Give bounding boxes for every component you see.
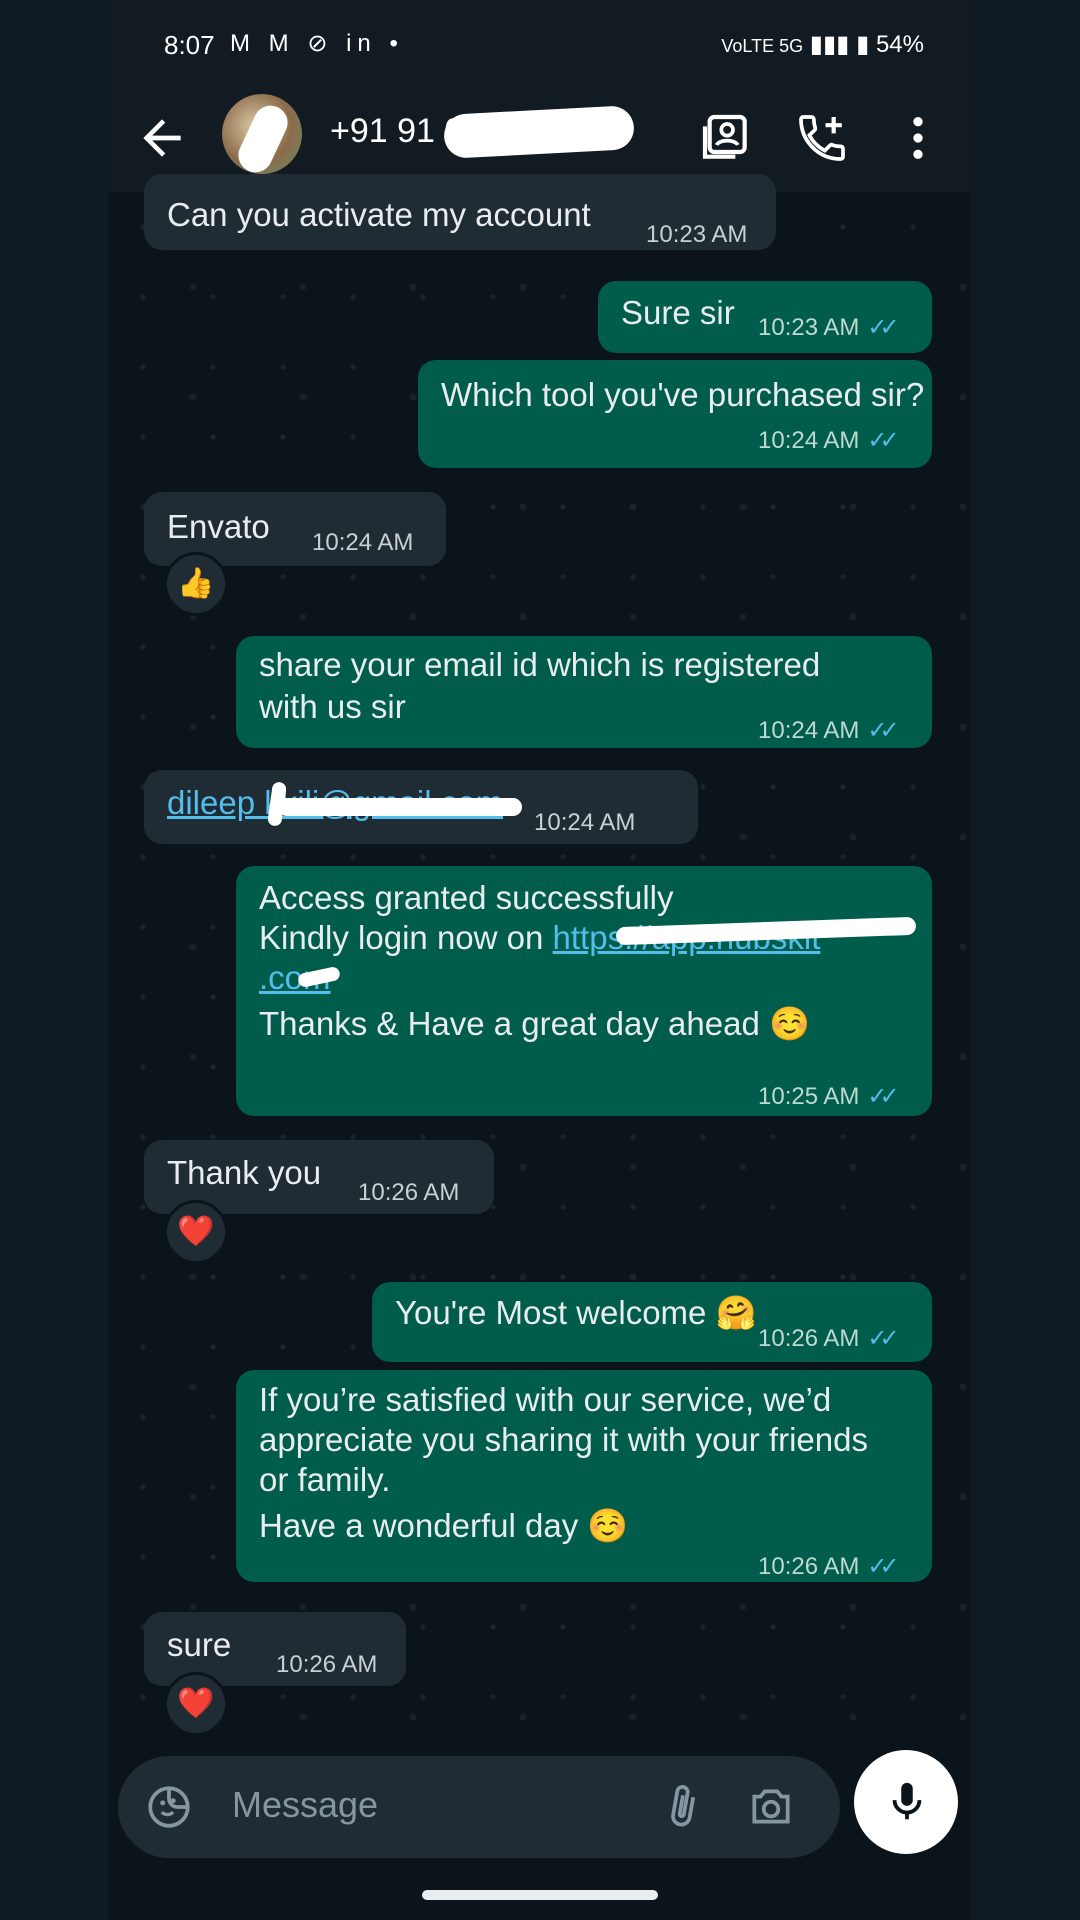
message-text: Can you activate my account [167, 196, 591, 233]
reaction-thumbs-up[interactable]: 👍 [164, 552, 228, 616]
reaction-heart[interactable]: ❤️ [164, 1200, 228, 1264]
message-outgoing[interactable]: If you’re satisfied with our service, we… [236, 1370, 932, 1582]
message-text: Sure sir [621, 294, 735, 331]
message-time: 10:24 AM [534, 809, 636, 836]
message-text: Access granted successfully Kindly login… [259, 878, 820, 1044]
status-time: 8:07 [164, 30, 215, 60]
message-meta: 10:23 AM ✓✓ [758, 307, 900, 349]
phone-screen: 8:07 M M ⊘ in • VoLTE 5G ▮▮▮ ▮ 54% +91 9… [108, 0, 970, 1920]
left-margin [0, 0, 108, 1920]
add-call-icon[interactable] [794, 110, 850, 166]
home-gesture-handle[interactable] [422, 1890, 658, 1900]
contact-name[interactable]: +91 91 0 [330, 112, 463, 151]
message-incoming[interactable]: Can you activate my account 10:23 AM [144, 174, 776, 250]
message-meta: 10:24 AM ✓✓ [758, 420, 900, 462]
message-text: sure [167, 1626, 232, 1663]
status-right: VoLTE 5G ▮▮▮ ▮ 54% [721, 30, 924, 59]
more-vert-icon[interactable] [890, 110, 946, 166]
status-bar: 8:07 M M ⊘ in • VoLTE 5G ▮▮▮ ▮ 54% [108, 0, 970, 90]
message-time: 10:23 AM [758, 314, 860, 341]
message-outgoing[interactable]: Sure sir 10:23 AM ✓✓ [598, 281, 932, 353]
read-ticks-icon: ✓✓ [867, 1325, 899, 1352]
message-line: If you’re satisfied with our service, we… [259, 1381, 832, 1418]
read-ticks-icon: ✓✓ [867, 1553, 899, 1580]
message-meta: 10:25 AM ✓✓ [758, 1076, 900, 1118]
message-line: Access granted successfully [259, 879, 674, 916]
message-meta: 10:26 AM ✓✓ [758, 1318, 900, 1360]
message-meta: 10:26 AM ✓✓ [758, 1546, 900, 1588]
chat-area[interactable]: Can you activate my account 10:23 AM Sur… [108, 174, 970, 1752]
message-line: Thanks & Have a great day ahead ☺️ [259, 1005, 811, 1042]
battery-level: 54% [875, 31, 924, 58]
message-time: 10:26 AM [276, 1651, 378, 1678]
contact-card-icon[interactable] [698, 110, 754, 166]
message-text: Thank you [167, 1154, 322, 1191]
message-line: with us sir [259, 688, 406, 725]
read-ticks-icon: ✓✓ [867, 717, 899, 744]
right-margin [970, 0, 1080, 1920]
network-label: VoLTE 5G [721, 36, 804, 56]
message-time: 10:23 AM [646, 221, 748, 248]
attach-icon[interactable] [658, 1782, 708, 1832]
contact-redaction [442, 105, 636, 159]
message-line: or family. [259, 1461, 391, 1498]
message-time: 10:24 AM [312, 529, 414, 556]
message-line: appreciate you sharing it with your frie… [259, 1421, 868, 1458]
message-composer[interactable]: Message [118, 1756, 840, 1858]
camera-icon[interactable] [746, 1782, 796, 1832]
battery-icon: ▮ [856, 31, 870, 58]
message-outgoing[interactable]: Access granted successfully Kindly login… [236, 866, 932, 1116]
message-input[interactable]: Message [232, 1784, 378, 1826]
message-time: 10:24 AM [758, 427, 860, 454]
read-ticks-icon: ✓✓ [867, 1083, 899, 1110]
message-text: Envato [167, 508, 270, 545]
message-time: 10:26 AM [358, 1179, 460, 1206]
mic-button[interactable] [854, 1750, 958, 1854]
message-time: 10:24 AM [758, 717, 860, 744]
message-outgoing[interactable]: share your email id which is registered … [236, 636, 932, 748]
message-text: You're Most welcome 🤗 [395, 1294, 757, 1331]
message-text: Which tool you've purchased sir? [441, 376, 925, 413]
message-line: Have a wonderful day ☺️ [259, 1507, 629, 1544]
message-text: If you’re satisfied with our service, we… [259, 1380, 868, 1546]
read-ticks-icon: ✓✓ [867, 427, 899, 454]
message-meta: 10:24 AM ✓✓ [758, 710, 900, 752]
message-line: share your email id which is registered [259, 646, 821, 683]
message-line: Kindly login now on [259, 919, 544, 956]
message-outgoing[interactable]: You're Most welcome 🤗 10:26 AM ✓✓ [372, 1282, 932, 1362]
message-time: 10:26 AM [758, 1553, 860, 1580]
message-time: 10:26 AM [758, 1325, 860, 1352]
message-time: 10:25 AM [758, 1083, 860, 1110]
mic-icon [892, 1782, 922, 1820]
message-outgoing[interactable]: Which tool you've purchased sir? 10:24 A… [418, 360, 932, 468]
reaction-heart[interactable]: ❤️ [164, 1672, 228, 1736]
message-text: share your email id which is registered … [259, 644, 820, 728]
back-arrow-icon[interactable] [134, 110, 190, 166]
notification-icons: M M ⊘ in • [230, 30, 404, 57]
sticker-icon[interactable] [144, 1782, 194, 1832]
signal-icon: ▮▮▮ [809, 31, 857, 58]
email-redaction [278, 798, 522, 816]
read-ticks-icon: ✓✓ [867, 314, 899, 341]
